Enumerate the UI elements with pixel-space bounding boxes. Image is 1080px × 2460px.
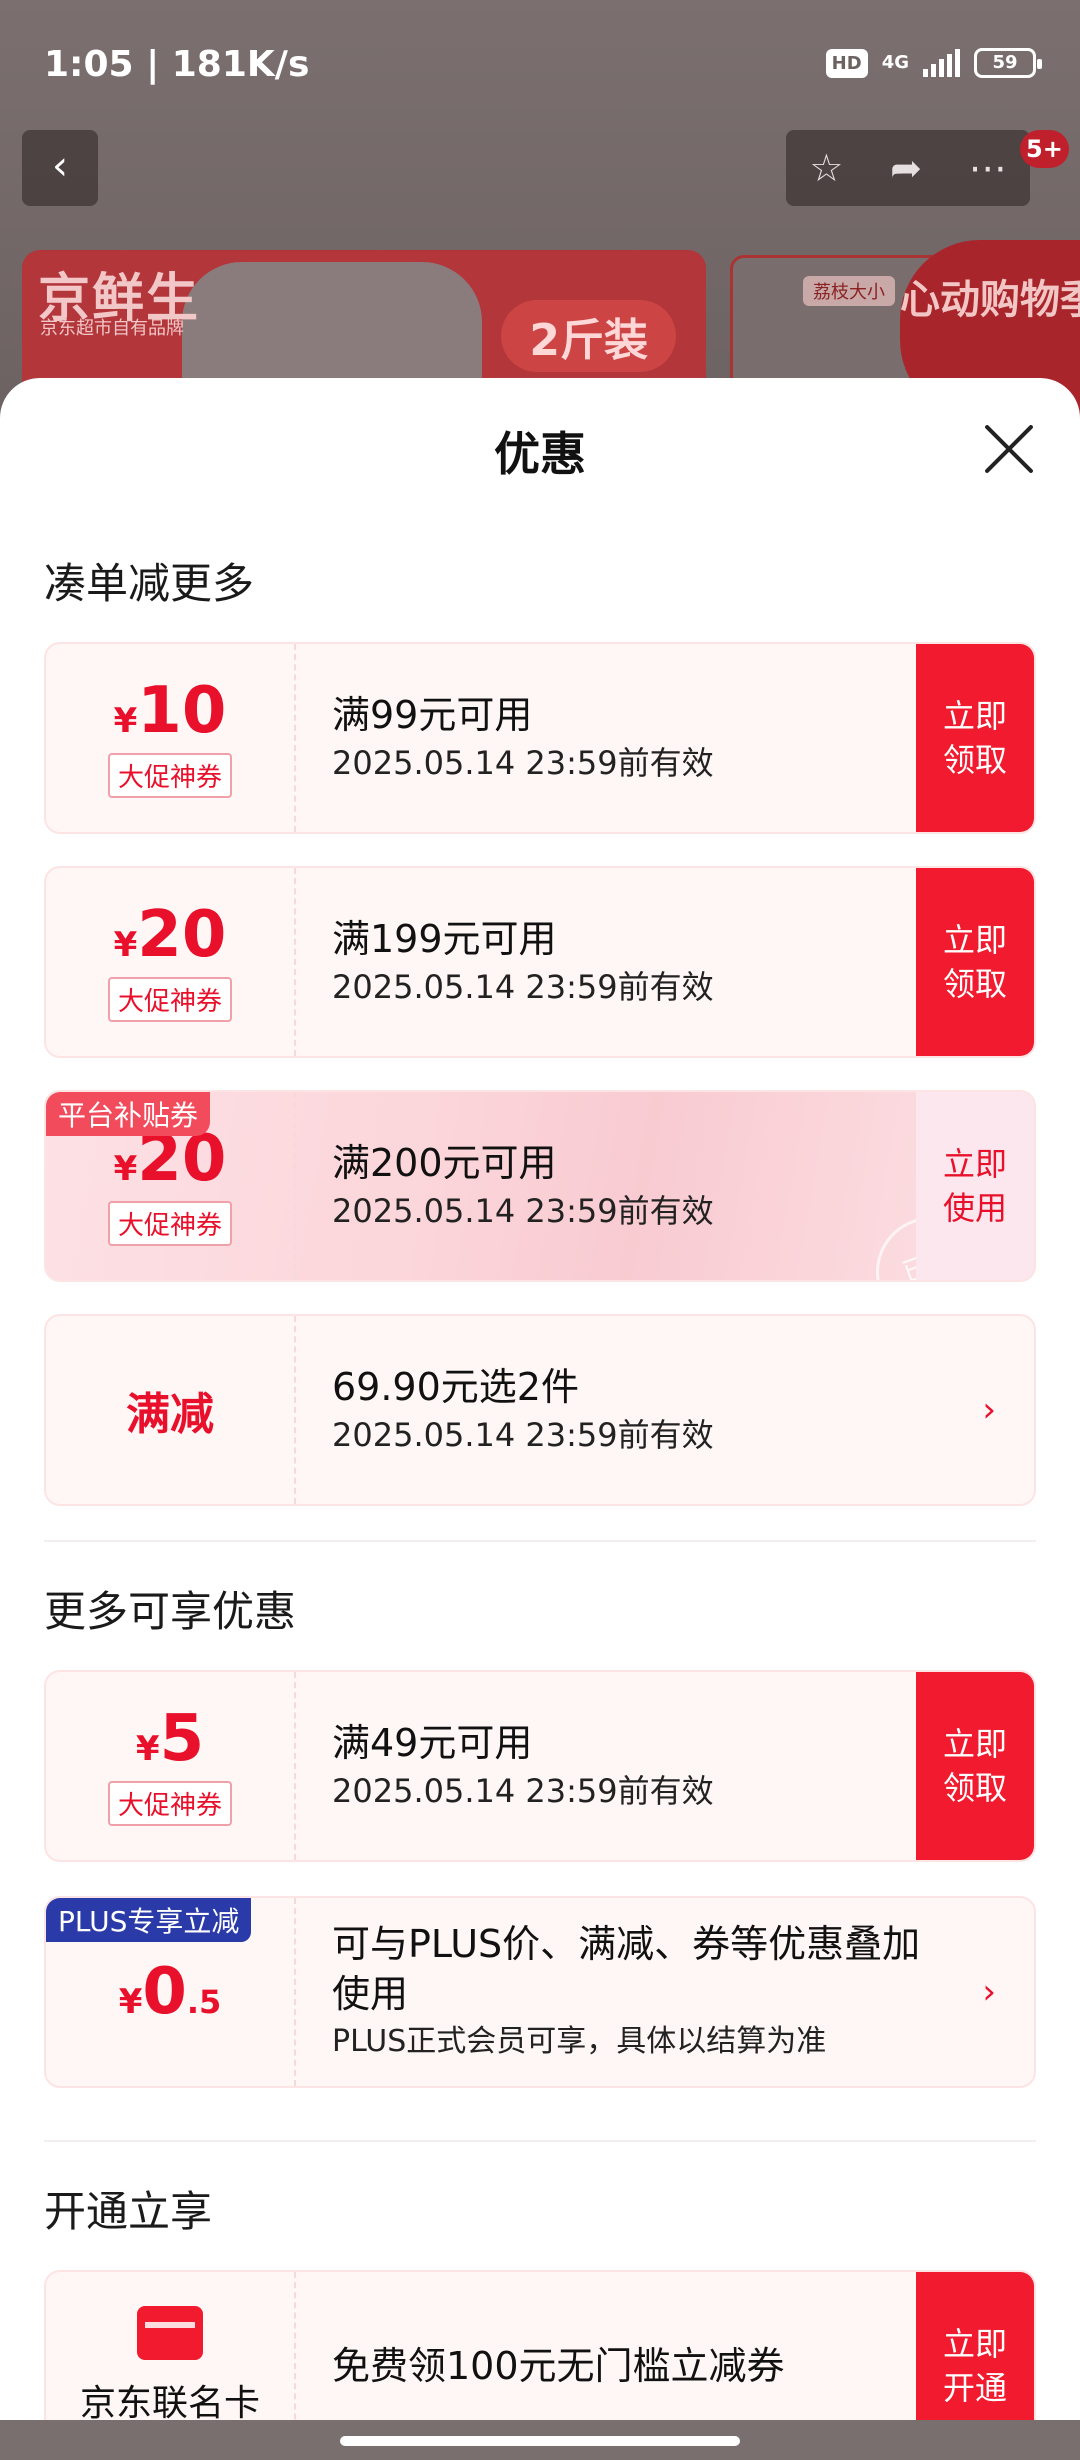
promotion-label: 满减 — [126, 1389, 214, 1440]
card-name: 京东联名卡 — [79, 2383, 260, 2420]
section-title: 更多可享优惠 — [44, 1587, 297, 1636]
promotion-expiry: 2025.05.14 23:59前有效 — [332, 1416, 714, 1454]
hd-icon: HD — [825, 48, 868, 78]
status-bar: 1:05 | 181K/s HD 4G 59 — [0, 0, 1080, 130]
sheet-title: 优惠 — [494, 427, 586, 481]
coupon-expiry: 2025.05.14 23:59前有效 — [332, 744, 714, 782]
coupon-tag: 大促神券 — [107, 1780, 232, 1826]
close-icon[interactable] — [982, 422, 1036, 476]
section-divider — [44, 1540, 1036, 1542]
section-title: 开通立享 — [44, 2187, 213, 2236]
status-icons: HD 4G 59 — [825, 48, 1042, 78]
message-badge: 5+ — [1020, 130, 1069, 168]
coupon-amount: 10 — [137, 673, 227, 748]
coupon-amount: 20 — [137, 897, 227, 972]
coupon-card: ¥20 大促神券 平台补贴券 满200元可用 2025.05.14 23:59前… — [44, 1090, 1036, 1282]
chevron-left-icon: ‹ — [52, 143, 68, 189]
coupon-value: ¥20 大促神券 — [46, 868, 296, 1056]
credit-card-icon — [137, 2306, 203, 2360]
coupon-condition: 满49元可用 — [332, 1721, 533, 1765]
coupon-condition: 满199元可用 — [332, 917, 557, 961]
plus-note: PLUS正式会员可享，具体以结算为准 — [332, 2024, 827, 2059]
coupon-card: ¥10 大促神券 满99元可用 2025.05.14 23:59前有效 立即领取 — [44, 642, 1036, 834]
coupon-card: ¥20 大促神券 满199元可用 2025.05.14 23:59前有效 立即领… — [44, 866, 1036, 1058]
network-type: 4G — [881, 52, 909, 73]
promotion-type: 满减 — [46, 1316, 296, 1504]
coupon-expiry: 2025.05.14 23:59前有效 — [332, 1192, 714, 1230]
section-divider — [44, 2140, 1036, 2142]
coupon-tag: 大促神券 — [107, 1200, 232, 1246]
currency-symbol: ¥ — [135, 1728, 160, 1769]
banner-tag: 荔枝大小 — [803, 276, 895, 306]
chevron-right-icon: › — [982, 1390, 996, 1430]
battery-icon: 59 — [974, 48, 1042, 78]
card-offer-text: 免费领100元无门槛立减券 — [332, 2344, 785, 2388]
claim-button[interactable]: 立即领取 — [916, 868, 1034, 1056]
card-info: 京东联名卡 — [46, 2272, 296, 2420]
more-icon[interactable]: ⋯ — [969, 146, 1007, 190]
signal-icon — [923, 49, 960, 77]
plus-discount-card[interactable]: ¥0.5 PLUS专享立减 可与PLUS价、满减、券等优惠叠加使用 PLUS正式… — [44, 1896, 1036, 2088]
promotion-card[interactable]: 满减 69.90元选2件 2025.05.14 23:59前有效 › — [44, 1314, 1036, 1506]
star-icon[interactable]: ☆ — [809, 146, 843, 190]
back-button[interactable]: ‹ — [22, 130, 98, 206]
plus-description: 可与PLUS价、满减、券等优惠叠加使用 — [332, 1922, 921, 2016]
claim-button[interactable]: 立即领取 — [916, 644, 1034, 832]
coupon-tag: 大促神券 — [107, 752, 232, 798]
coupon-tag: 大促神券 — [107, 976, 232, 1022]
share-icon[interactable]: ➦ — [890, 146, 922, 190]
currency-symbol: ¥ — [113, 924, 138, 965]
platform-subsidy-tag: 平台补贴券 — [46, 1092, 211, 1136]
coupon-expiry: 2025.05.14 23:59前有效 — [332, 1772, 714, 1810]
coupon-amount: 0 — [142, 1955, 187, 2029]
coupon-card: ¥5 大促神券 满49元可用 2025.05.14 23:59前有效 立即领取 — [44, 1670, 1036, 1862]
coupon-amount: 5 — [159, 1701, 205, 1776]
status-time: 1:05 | 181K/s — [44, 44, 310, 85]
top-actions: ☆ ➦ ⋯ — [786, 130, 1030, 206]
coupon-amount-decimal: .5 — [186, 1983, 222, 2021]
home-indicator[interactable] — [340, 2436, 740, 2446]
coupon-condition: 满200元可用 — [332, 1141, 557, 1185]
section-title: 凑单减更多 — [44, 559, 255, 608]
plus-tag: PLUS专享立减 — [46, 1898, 252, 1942]
claim-button[interactable]: 立即领取 — [916, 1672, 1034, 1860]
promo-pill: 2斤装 — [501, 300, 676, 372]
coupon-value: ¥10 大促神券 — [46, 644, 296, 832]
use-button[interactable]: 立即使用 — [916, 1092, 1034, 1280]
promotion-condition: 69.90元选2件 — [332, 1365, 579, 1409]
currency-symbol: ¥ — [113, 1148, 138, 1189]
currency-symbol: ¥ — [118, 1982, 143, 2022]
chevron-right-icon: › — [982, 1972, 996, 2012]
coupon-value: ¥5 大促神券 — [46, 1672, 296, 1860]
discount-sheet: 优惠 凑单减更多 ¥10 大促神券 满99元可用 2025.05.14 23:5… — [0, 378, 1080, 2420]
coupon-condition: 满99元可用 — [332, 693, 533, 737]
open-card-button[interactable]: 立即开通 — [916, 2272, 1034, 2420]
coupon-expiry: 2025.05.14 23:59前有效 — [332, 968, 714, 1006]
card-offer: 京东联名卡 免费领100元无门槛立减券 立即开通 — [44, 2270, 1036, 2420]
currency-symbol: ¥ — [113, 700, 138, 741]
brand-subtitle: 京东超市自有品牌 — [40, 318, 184, 339]
